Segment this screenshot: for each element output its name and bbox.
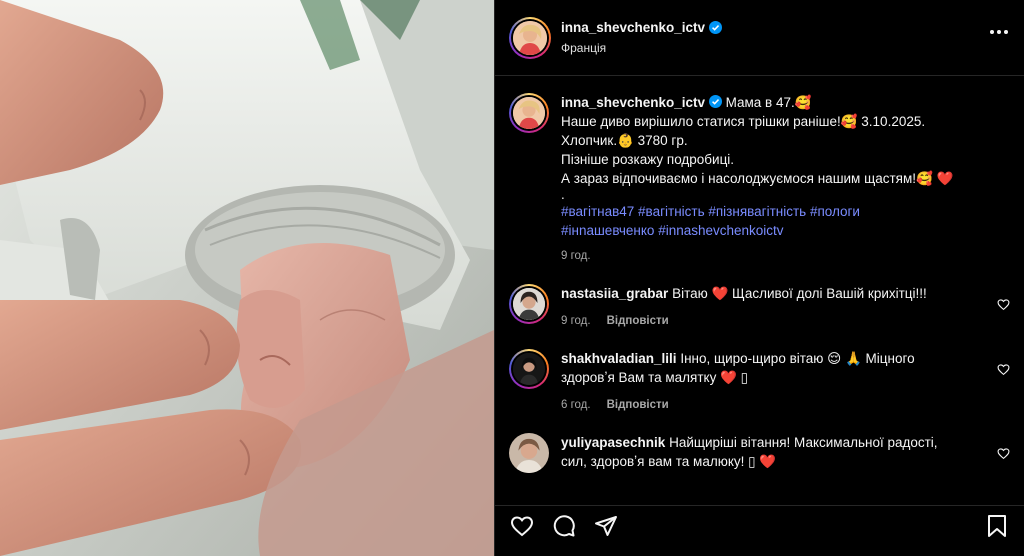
author-avatar[interactable] <box>509 16 551 59</box>
comment-item: yuliyapasechnik Найщиріші вітання! Макси… <box>495 433 1024 473</box>
caption-line: Пізніше розкажу подробиці. <box>561 152 735 167</box>
author-username-text[interactable]: inna_shevchenko_ictv <box>561 20 705 35</box>
post-sidebar: inna_shevchenko_ictv Франція inna_shevch… <box>494 0 1024 556</box>
comment-like-heart-icon[interactable] <box>997 447 1010 460</box>
baby-hand-photo <box>0 0 494 556</box>
comment-text: Найщиріші вітання! Максимальної радості, <box>669 435 938 450</box>
caption-author-avatar[interactable] <box>509 93 549 133</box>
commenter-avatar[interactable] <box>509 433 549 473</box>
post-actions-bar <box>495 505 1024 545</box>
caption-hashtags[interactable]: #вагітнав47 #вагітність #пізнявагітність… <box>561 202 1000 221</box>
verified-badge-icon <box>709 21 723 34</box>
post-caption: inna_shevchenko_ictv Мама в 47.🥰 Наше ди… <box>495 93 1024 262</box>
caption-line: Мама в 47.🥰 <box>725 95 812 110</box>
comment-username[interactable]: shakhvaladian_lili <box>561 351 677 366</box>
commenter-avatar[interactable] <box>509 349 549 389</box>
comment-icon[interactable] <box>551 513 577 539</box>
comment-like-heart-icon[interactable] <box>997 363 1010 376</box>
comment-text-cont: здоровʼя Вам та малятку ❤️ ▯ <box>561 370 749 385</box>
caption-line: Хлопчик.👶 3780 гр. <box>561 133 688 148</box>
comment-item: shakhvaladian_lili Інно, щиро-щиро вітаю… <box>495 349 1024 411</box>
post-location[interactable]: Франція <box>561 41 722 55</box>
author-username[interactable]: inna_shevchenko_ictv <box>561 20 723 35</box>
heart-icon[interactable] <box>509 513 535 539</box>
caption-line: А зараз відпочиваємо і насолоджуємося на… <box>561 171 954 186</box>
caption-username[interactable]: inna_shevchenko_ictv <box>561 95 705 110</box>
more-options-icon[interactable] <box>990 30 1008 34</box>
caption-hashtags[interactable]: #інnашевченко #innashevchenkoictv <box>561 221 1000 240</box>
comment-text: Вітаю ❤️ Щасливої долі Вашій крихітці!!! <box>672 286 927 301</box>
comment-text: Інно, щиро-щиро вітаю 😌 🙏 Міцного <box>680 351 915 366</box>
reply-button[interactable]: Відповісти <box>607 315 669 327</box>
comment-timestamp[interactable]: 6 год. <box>561 399 591 411</box>
caption-line: Наше диво вирішило статися трішки раніше… <box>561 114 926 129</box>
verified-badge-icon <box>708 95 722 108</box>
instagram-post-view: inna_shevchenko_ictv Франція inna_shevch… <box>0 0 1024 556</box>
post-header: inna_shevchenko_ictv Франція <box>495 0 1024 76</box>
caption-line: . <box>561 187 565 202</box>
caption-timestamp[interactable]: 9 год. <box>561 250 591 262</box>
comment-username[interactable]: yuliyapasechnik <box>561 435 665 450</box>
post-photo[interactable] <box>0 0 494 556</box>
share-icon[interactable] <box>593 513 619 539</box>
comments-section: inna_shevchenko_ictv Мама в 47.🥰 Наше ди… <box>495 77 1024 500</box>
comment-item: nastasiia_grabar Вітаю ❤️ Щасливої долі … <box>495 284 1024 327</box>
bookmark-icon[interactable] <box>984 513 1010 539</box>
comment-like-heart-icon[interactable] <box>997 298 1010 311</box>
comment-username[interactable]: nastasiia_grabar <box>561 286 668 301</box>
commenter-avatar[interactable] <box>509 284 549 324</box>
comment-timestamp[interactable]: 9 год. <box>561 315 591 327</box>
comment-text-cont: сил, здоровʼя вам та малюку! ▯ ❤️ <box>561 454 777 469</box>
reply-button[interactable]: Відповісти <box>607 399 669 411</box>
